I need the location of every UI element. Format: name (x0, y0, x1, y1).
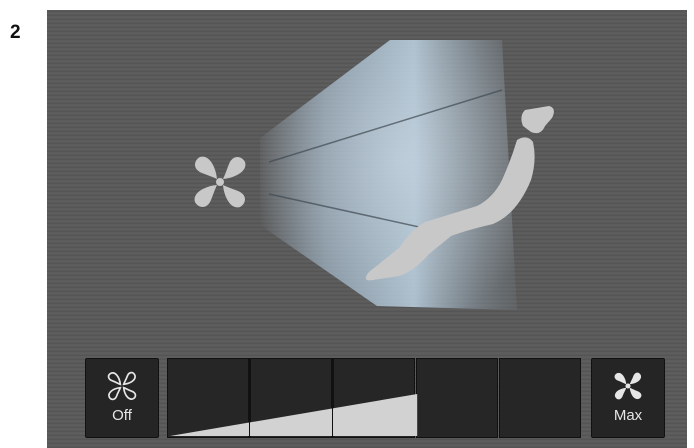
fan-max-button[interactable]: Max (591, 358, 665, 438)
fan-speed-level-2[interactable] (250, 358, 332, 438)
fan-filled-icon (614, 372, 642, 400)
fan-speed-level-4[interactable] (416, 358, 498, 438)
climate-screen: Off Max (47, 10, 687, 448)
fan-icon (194, 156, 246, 208)
fan-speed-level-1[interactable] (167, 358, 249, 438)
off-label: Off (112, 407, 132, 424)
max-label: Max (613, 407, 643, 424)
fan-outline-icon (107, 371, 137, 401)
fan-speed-level-5[interactable] (499, 358, 581, 438)
fan-speed-bar[interactable] (167, 358, 582, 438)
fan-speed-level-3[interactable] (333, 358, 415, 438)
figure-number: 2 (10, 22, 21, 43)
fan-off-button[interactable]: Off (85, 358, 159, 438)
